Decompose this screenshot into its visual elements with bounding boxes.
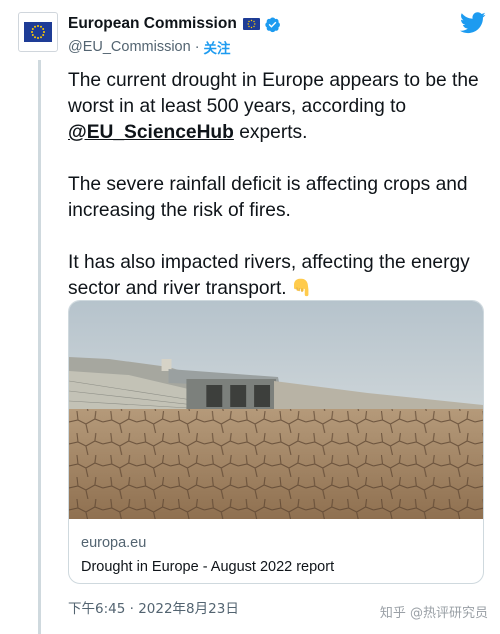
tweet-header: European Commission @EU_Commission · 关注 <box>18 12 281 57</box>
eu-flag-icon <box>24 22 52 42</box>
thread-line <box>38 60 41 634</box>
tweet-timestamp[interactable]: 下午6:45 · 2022年8月23日 <box>68 597 239 617</box>
drought-dam-image <box>69 301 483 519</box>
pointing-down-hand-icon <box>293 278 309 297</box>
twitter-bird-icon[interactable] <box>460 12 486 34</box>
link-card[interactable]: europa.eu Drought in Europe - August 202… <box>68 300 484 584</box>
handle[interactable]: @EU_Commission <box>68 39 191 55</box>
card-title: Drought in Europe - August 2022 report <box>81 559 335 575</box>
follow-button[interactable]: 关注 <box>204 37 231 57</box>
avatar[interactable] <box>18 12 58 52</box>
card-domain: europa.eu <box>81 535 147 551</box>
eu-flag-icon <box>242 18 260 30</box>
tweet-text: The current drought in Europe appears to… <box>68 68 493 302</box>
tweet-paragraph-2: The severe rainfall deficit is affecting… <box>68 174 468 221</box>
separator-dot: · <box>194 39 200 55</box>
display-name[interactable]: European Commission <box>68 15 237 33</box>
watermark: 知乎 @热评研究员 <box>379 606 488 621</box>
verified-badge-icon <box>265 17 280 32</box>
mention-link[interactable]: @EU_ScienceHub <box>68 122 234 143</box>
tweet-paragraph-3: It has also impacted rivers, affecting t… <box>68 252 470 299</box>
tweet-paragraph-1: The current drought in Europe appears to… <box>68 70 479 143</box>
